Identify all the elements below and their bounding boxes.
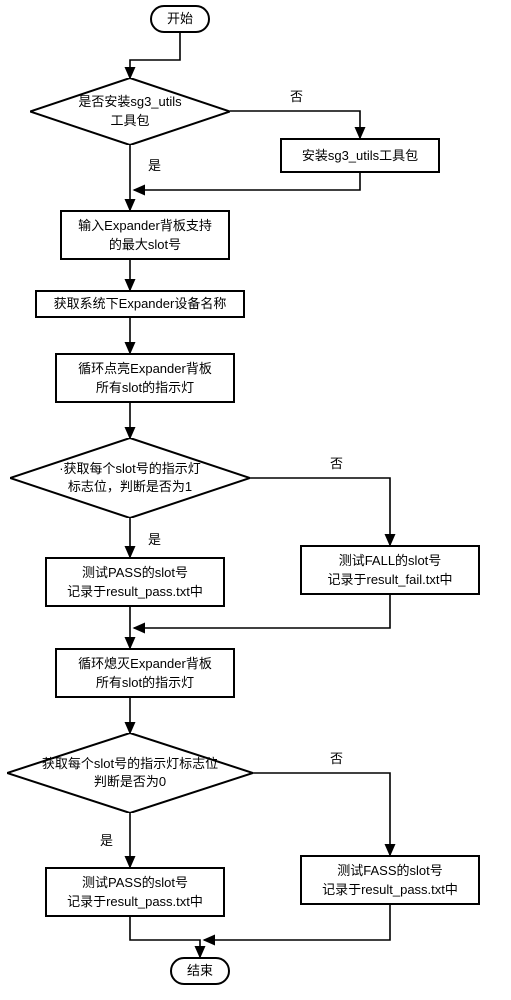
p-pass2-l1: 测试PASS的slot号 — [82, 873, 188, 893]
d3-l2: 判断是否为0 — [94, 773, 166, 791]
p-fass-l2: 记录于result_pass.txt中 — [322, 880, 458, 900]
process-install: 安装sg3_utils工具包 — [280, 138, 440, 173]
p-lighton-l1: 循环点亮Expander背板 — [78, 359, 212, 379]
edge-label-yes-1: 是 — [148, 155, 161, 174]
d2-l2: 标志位，判断是否为1 — [68, 478, 192, 496]
p-fail1-l2: 记录于result_fail.txt中 — [328, 570, 453, 590]
p-pass2-l2: 记录于result_pass.txt中 — [67, 892, 203, 912]
decision-flag-0: 获取每个slot号的指示灯标志位 判断是否为0 — [7, 733, 253, 813]
decision-sg3utils: 是否安装sg3_utils 工具包 — [30, 78, 230, 145]
p-lightoff-l1: 循环熄灭Expander背板 — [78, 654, 212, 674]
process-light-on: 循环点亮Expander背板 所有slot的指示灯 — [55, 353, 235, 403]
process-light-off: 循环熄灭Expander背板 所有slot的指示灯 — [55, 648, 235, 698]
edge-label-yes-3: 是 — [100, 830, 113, 849]
process-input-maxslot: 输入Expander背板支持 的最大slot号 — [60, 210, 230, 260]
edge-label-yes-2: 是 — [148, 529, 161, 548]
process-pass2: 测试PASS的slot号 记录于result_pass.txt中 — [45, 867, 225, 917]
process-pass1: 测试PASS的slot号 记录于result_pass.txt中 — [45, 557, 225, 607]
process-get-devicename: 获取系统下Expander设备名称 — [35, 290, 245, 318]
d2-l1: ·获取每个slot号的指示灯 — [59, 460, 201, 478]
p-pass1-l2: 记录于result_pass.txt中 — [67, 582, 203, 602]
edge-label-no-1: 否 — [290, 86, 303, 105]
start-label: 开始 — [167, 9, 193, 29]
process-fail1: 测试FALL的slot号 记录于result_fail.txt中 — [300, 545, 480, 595]
p-pass1-l1: 测试PASS的slot号 — [82, 563, 188, 583]
p-lightoff-l2: 所有slot的指示灯 — [96, 673, 194, 693]
p-lighton-l2: 所有slot的指示灯 — [96, 378, 194, 398]
process-fass: 测试FASS的slot号 记录于result_pass.txt中 — [300, 855, 480, 905]
p-input-l2: 的最大slot号 — [109, 235, 181, 255]
p-fass-l1: 测试FASS的slot号 — [337, 861, 442, 881]
start-node: 开始 — [150, 5, 210, 33]
end-node: 结束 — [170, 957, 230, 985]
p-getname-label: 获取系统下Expander设备名称 — [54, 294, 227, 314]
d1-line2: 工具包 — [110, 112, 149, 130]
p-install-label: 安装sg3_utils工具包 — [302, 146, 418, 166]
d3-l1: 获取每个slot号的指示灯标志位 — [42, 755, 218, 773]
end-label: 结束 — [187, 961, 213, 981]
p-fail1-l1: 测试FALL的slot号 — [339, 551, 442, 571]
p-input-l1: 输入Expander背板支持 — [78, 216, 212, 236]
edge-label-no-3: 否 — [330, 748, 343, 767]
decision-flag-1: ·获取每个slot号的指示灯 标志位，判断是否为1 — [10, 438, 250, 518]
edge-label-no-2: 否 — [330, 453, 343, 472]
d1-line1: 是否安装sg3_utils — [78, 93, 181, 111]
